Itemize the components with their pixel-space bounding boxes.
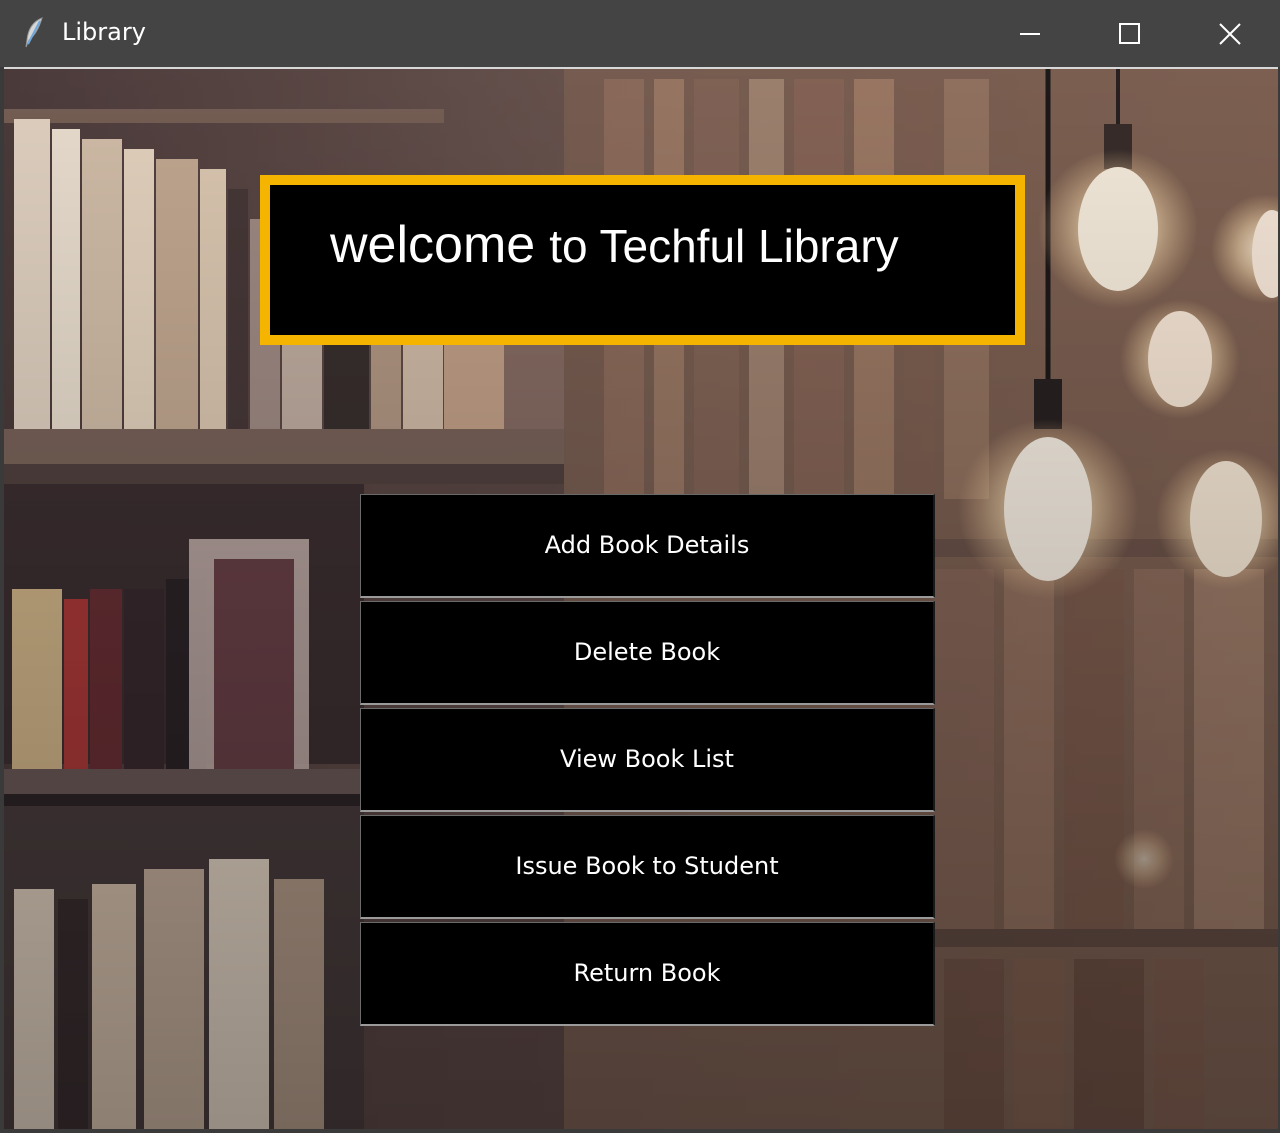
maximize-button[interactable] <box>1080 0 1180 67</box>
add-book-details-button[interactable]: Add Book Details <box>360 494 935 598</box>
welcome-word: welcome <box>330 216 536 274</box>
close-button[interactable] <box>1180 0 1280 67</box>
view-book-list-button[interactable]: View Book List <box>360 708 935 812</box>
delete-book-button[interactable]: Delete Book <box>360 601 935 705</box>
window-title: Library <box>62 18 146 46</box>
window-client-area: welcome to Techful Library Add Book Detai… <box>4 67 1278 1129</box>
main-menu: Add Book Details Delete Book View Book L… <box>360 494 935 1029</box>
feather-icon <box>22 16 46 50</box>
issue-book-to-student-button[interactable]: Issue Book to Student <box>360 815 935 919</box>
minimize-button[interactable] <box>980 0 1080 67</box>
welcome-banner: welcome to Techful Library <box>260 175 1025 345</box>
maximize-icon <box>1119 23 1140 44</box>
return-book-button[interactable]: Return Book <box>360 922 935 1026</box>
minimize-icon <box>1020 33 1040 35</box>
close-icon <box>1219 23 1241 45</box>
title-bar[interactable]: Library <box>0 0 1280 67</box>
welcome-heading: welcome to Techful Library <box>330 215 899 275</box>
library-name-text: to Techful Library <box>549 220 899 272</box>
